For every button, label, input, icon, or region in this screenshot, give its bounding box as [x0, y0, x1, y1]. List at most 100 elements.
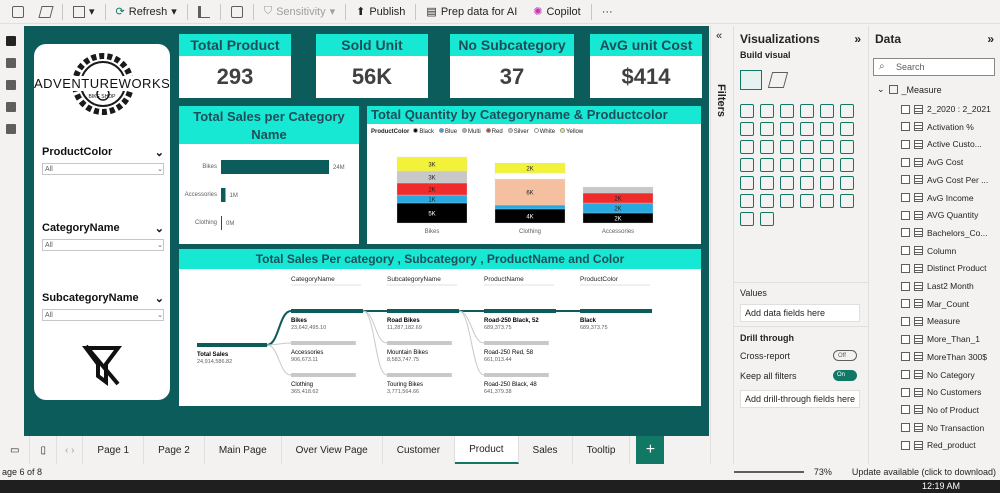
- zoom-slider[interactable]: [733, 471, 804, 473]
- tab-over-view-page[interactable]: Over View Page: [282, 436, 383, 464]
- calculator-button[interactable]: [225, 2, 249, 22]
- format-visual-icon[interactable]: [767, 72, 789, 88]
- field-item[interactable]: 2_2020 : 2_2021: [901, 103, 991, 115]
- field-checkbox[interactable]: [901, 263, 910, 273]
- field-item[interactable]: AvG Cost Per ...: [901, 174, 988, 186]
- stacked-segment[interactable]: [494, 204, 566, 210]
- visual-type-icon[interactable]: [780, 104, 794, 118]
- chevron-down-icon[interactable]: ⌄: [155, 292, 164, 305]
- prep-data-button[interactable]: ▤ Prep data for AI: [420, 2, 523, 22]
- field-item[interactable]: No Transaction: [901, 422, 984, 434]
- field-item[interactable]: AvG Income: [901, 192, 974, 204]
- decomp-bar[interactable]: [387, 373, 452, 377]
- visual-type-icon[interactable]: [840, 158, 854, 172]
- decomp-bar[interactable]: [387, 341, 452, 345]
- visual-type-icon[interactable]: [760, 122, 774, 136]
- decomp-column-header[interactable]: SubcategoryName: [387, 276, 441, 283]
- visual-type-icon[interactable]: [800, 176, 814, 190]
- visual-type-icon[interactable]: [780, 140, 794, 154]
- field-item[interactable]: Distinct Product: [901, 262, 987, 274]
- decomp-column-header[interactable]: ProductName: [484, 276, 524, 283]
- visual-type-icon[interactable]: [820, 140, 834, 154]
- visual-type-icon[interactable]: [820, 176, 834, 190]
- visual-type-icon[interactable]: [780, 194, 794, 208]
- field-item[interactable]: No Category: [901, 369, 975, 381]
- visual-type-icon[interactable]: [800, 104, 814, 118]
- tab-page-2[interactable]: Page 2: [144, 436, 205, 464]
- tmdl-view-icon[interactable]: [6, 124, 16, 134]
- decomp-bar[interactable]: [484, 373, 549, 377]
- tab-main-page[interactable]: Main Page: [205, 436, 282, 464]
- field-item[interactable]: Last2 Month: [901, 280, 974, 292]
- visual-type-icon[interactable]: [800, 158, 814, 172]
- decomp-bar[interactable]: [387, 309, 459, 313]
- visual-type-icon[interactable]: [820, 104, 834, 118]
- dax-query-icon[interactable]: [6, 102, 16, 112]
- field-checkbox[interactable]: [901, 210, 910, 220]
- field-checkbox[interactable]: [901, 122, 910, 132]
- field-checkbox[interactable]: [901, 175, 910, 185]
- drill-through-well[interactable]: Add drill-through fields here: [740, 390, 860, 408]
- field-checkbox[interactable]: [901, 334, 910, 344]
- stacked-segment[interactable]: [582, 186, 654, 194]
- decomp-bar[interactable]: [580, 309, 652, 313]
- field-item[interactable]: MoreThan 300$: [901, 351, 987, 363]
- bar[interactable]: [221, 188, 226, 202]
- visual-type-icon[interactable]: [760, 212, 774, 226]
- decomp-bar[interactable]: [484, 341, 549, 345]
- visual-type-icon[interactable]: [820, 194, 834, 208]
- field-checkbox[interactable]: [901, 387, 910, 397]
- decomp-bar[interactable]: [291, 373, 356, 377]
- visual-type-icon[interactable]: [820, 122, 834, 136]
- slicer-dropdown[interactable]: All ⌄: [42, 163, 164, 175]
- visual-type-icon[interactable]: [740, 212, 754, 226]
- field-item[interactable]: Active Custo...: [901, 138, 982, 150]
- collapse-icon[interactable]: «: [716, 30, 722, 42]
- report-view-icon[interactable]: [6, 36, 16, 46]
- chevron-down-icon[interactable]: ⌄: [155, 146, 164, 159]
- visual-type-icon[interactable]: [740, 140, 754, 154]
- stacked-chart-visual[interactable]: Total Quantity by Categoryname & Product…: [367, 106, 701, 244]
- bar[interactable]: [221, 160, 329, 174]
- decomp-bar[interactable]: [291, 309, 363, 313]
- visual-type-icon[interactable]: [760, 176, 774, 190]
- field-checkbox[interactable]: [901, 405, 910, 415]
- data-search-input[interactable]: Search: [873, 58, 995, 76]
- new-visual-button[interactable]: [192, 2, 216, 22]
- field-item[interactable]: No of Product: [901, 404, 979, 416]
- update-notice[interactable]: Update available (click to download): [852, 467, 996, 477]
- visual-type-icon[interactable]: [760, 104, 774, 118]
- field-item[interactable]: Column: [901, 245, 956, 257]
- decomp-column-header[interactable]: ProductColor: [580, 276, 619, 283]
- visual-type-icon[interactable]: [840, 122, 854, 136]
- slicer-dropdown[interactable]: All ⌄: [42, 239, 164, 251]
- format-painter-button[interactable]: [34, 2, 58, 22]
- visual-type-icon[interactable]: [800, 194, 814, 208]
- field-item[interactable]: Mar_Count: [901, 298, 969, 310]
- field-checkbox[interactable]: [901, 440, 910, 450]
- field-checkbox[interactable]: [901, 104, 910, 114]
- transform-data-button[interactable]: ▾: [67, 2, 101, 22]
- more-button[interactable]: ···: [596, 2, 619, 22]
- expand-icon[interactable]: »: [987, 32, 994, 46]
- visual-type-icon[interactable]: [840, 140, 854, 154]
- desktop-layout-icon[interactable]: ▭: [0, 436, 31, 464]
- field-checkbox[interactable]: [901, 246, 910, 256]
- clear-filter-icon[interactable]: [82, 344, 122, 388]
- field-checkbox[interactable]: [901, 352, 910, 362]
- cross-report-toggle[interactable]: Off: [833, 350, 857, 361]
- filters-pane-collapsed[interactable]: « Filters: [710, 26, 732, 464]
- keep-filters-toggle[interactable]: On: [833, 370, 857, 381]
- field-item[interactable]: No Customers: [901, 386, 981, 398]
- visual-type-icon[interactable]: [840, 104, 854, 118]
- copilot-button[interactable]: ✺ Copilot: [527, 2, 586, 22]
- paste-button[interactable]: [6, 2, 30, 22]
- visual-type-icon[interactable]: [740, 122, 754, 136]
- model-view-icon[interactable]: [6, 80, 16, 90]
- visual-type-icon[interactable]: [760, 158, 774, 172]
- sensitivity-button[interactable]: ⛉ Sensitivity ▾: [258, 2, 341, 22]
- field-checkbox[interactable]: [901, 157, 910, 167]
- visual-type-icon[interactable]: [740, 158, 754, 172]
- publish-button[interactable]: ⬆ Publish: [350, 2, 411, 22]
- decomp-column-header[interactable]: CategoryName: [291, 276, 335, 283]
